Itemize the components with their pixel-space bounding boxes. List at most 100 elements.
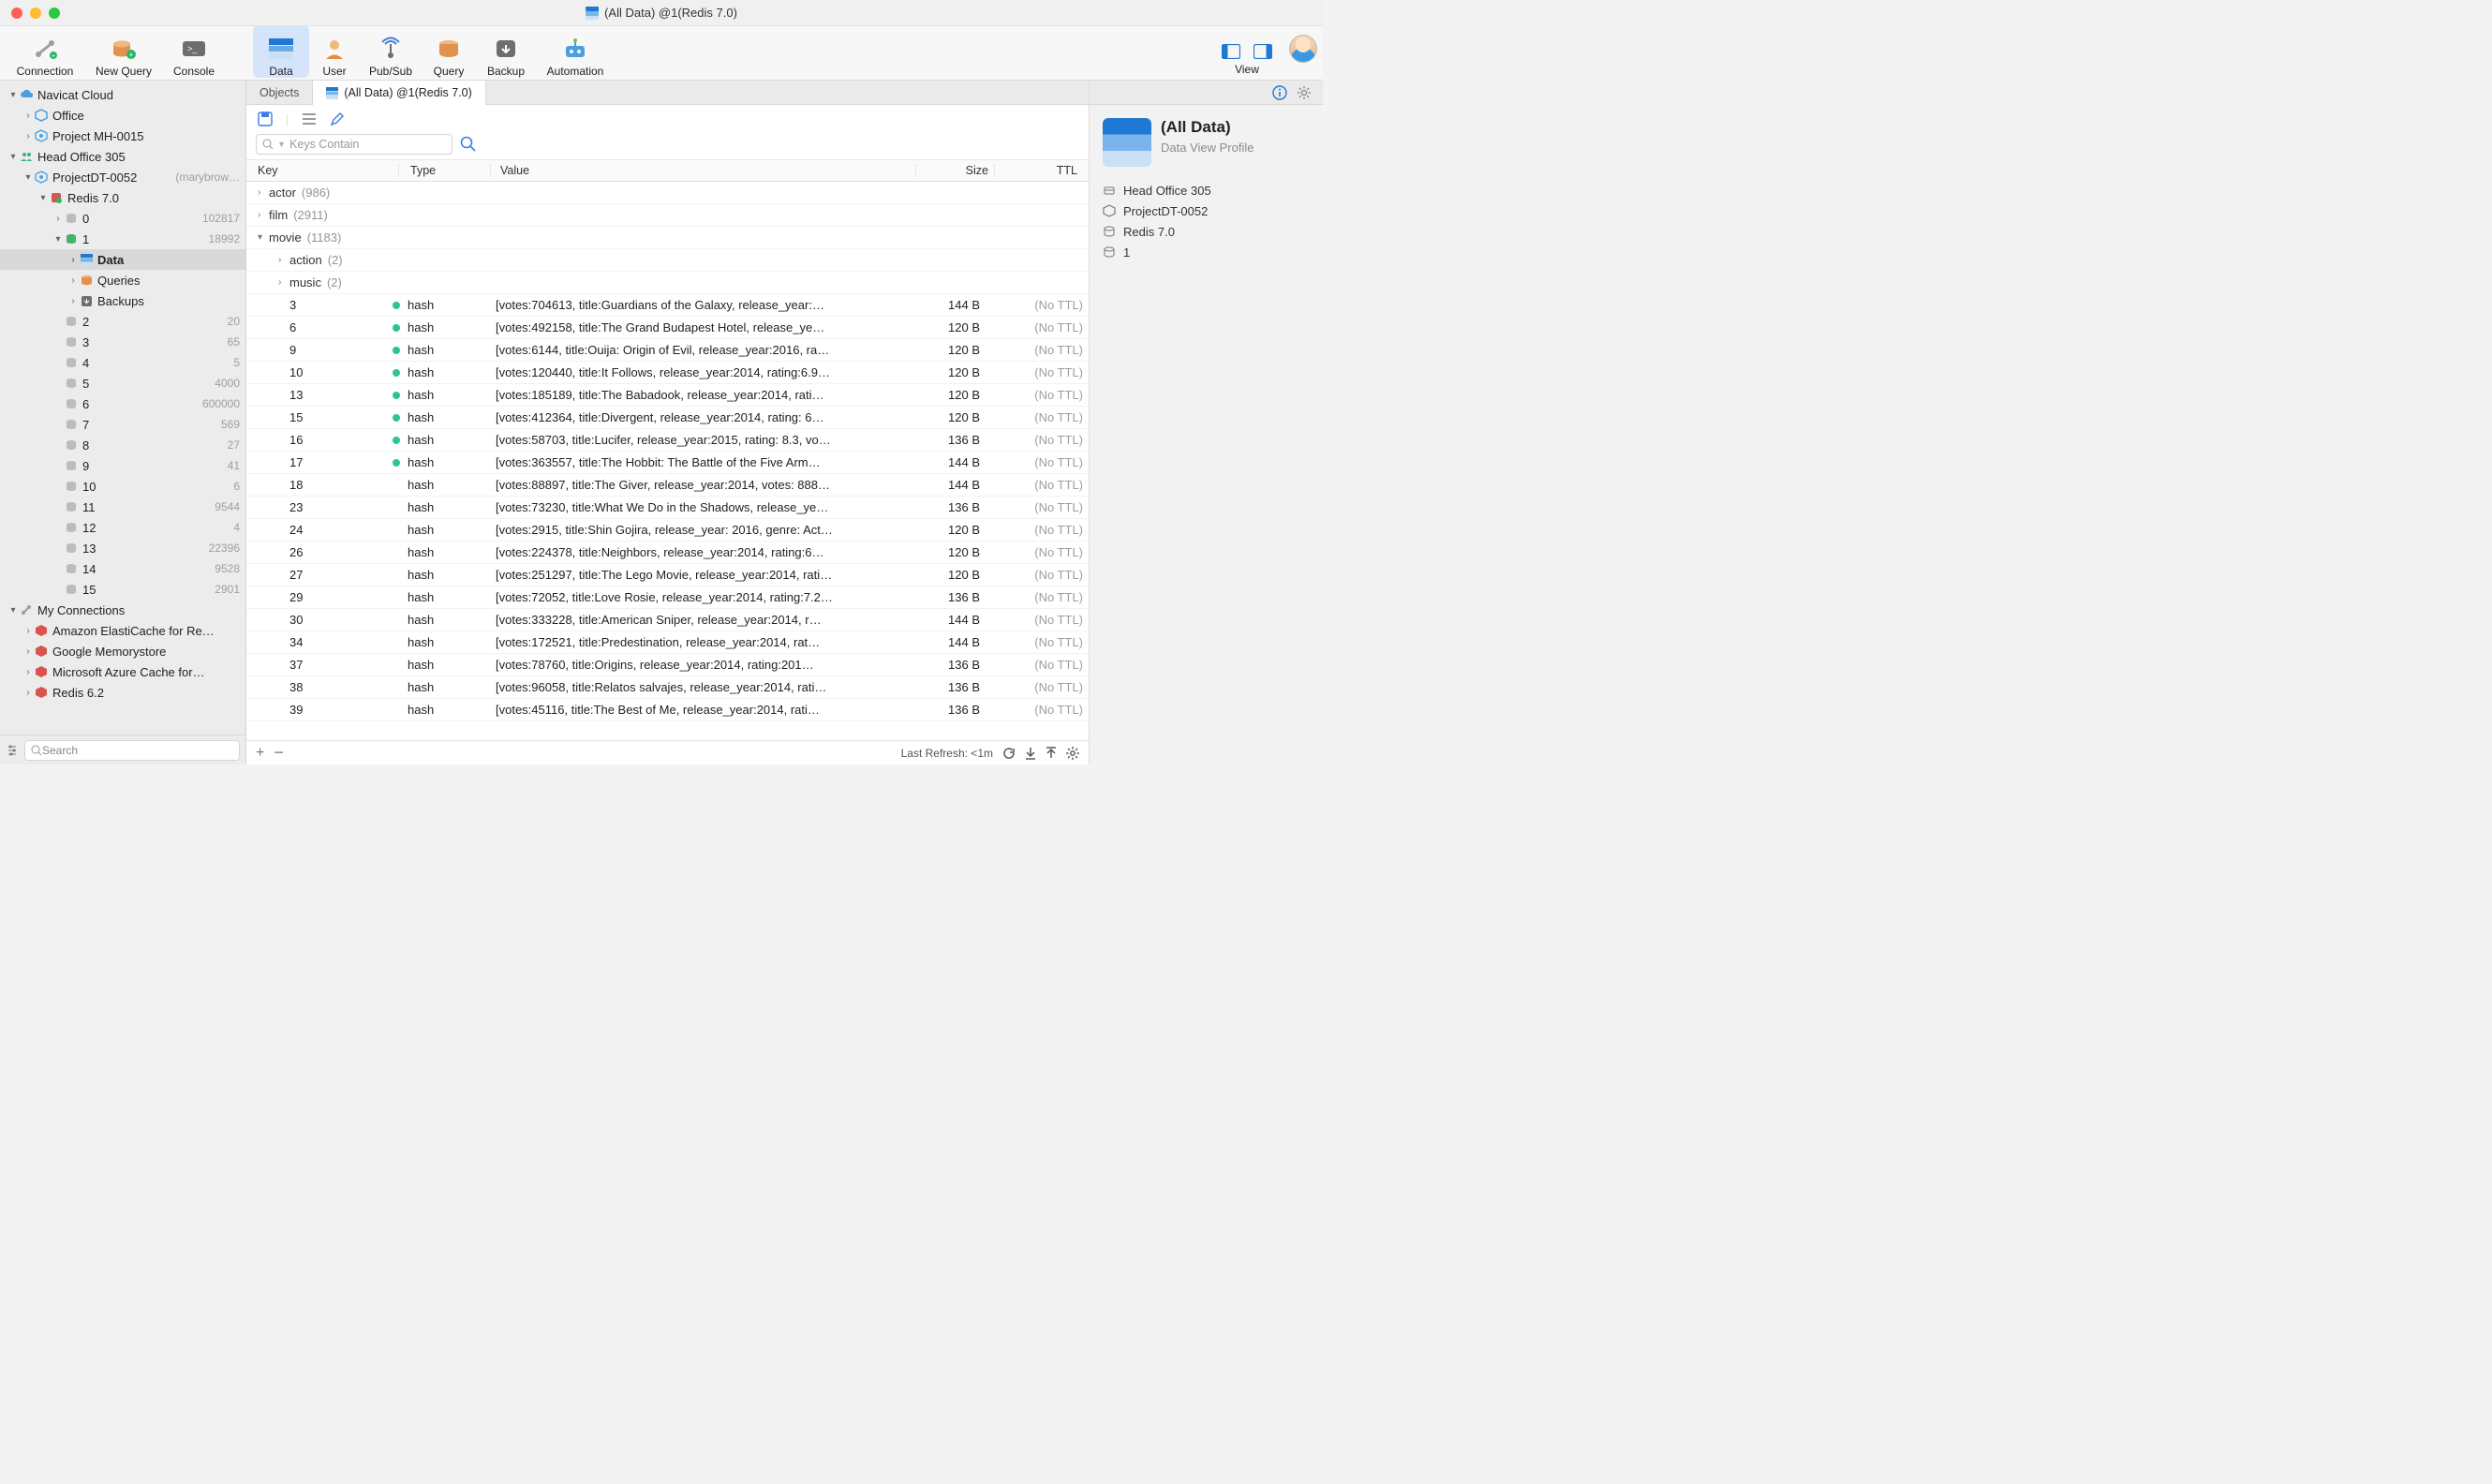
sidebar-my-connections[interactable]: ▾ My Connections xyxy=(0,600,245,620)
tab-alldata[interactable]: (All Data) @1(Redis 7.0) xyxy=(313,81,485,105)
sidebar-queries-node[interactable]: › Queries xyxy=(0,270,245,290)
toolbar-pubsub[interactable]: Pub/Sub xyxy=(360,25,422,78)
user-avatar[interactable] xyxy=(1289,35,1317,63)
sidebar-db-14[interactable]: 14 9528 xyxy=(0,558,245,579)
grid-row[interactable]: 26 hash [votes:224378, title:Neighbors, … xyxy=(246,542,1089,564)
grid-row[interactable]: 3 hash [votes:704613, title:Guardians of… xyxy=(246,294,1089,317)
sidebar-options-icon[interactable] xyxy=(6,744,19,757)
sidebar-conn-1[interactable]: › Google Memorystore xyxy=(0,641,245,661)
sidebar-project-mh[interactable]: › Project MH-0015 xyxy=(0,126,245,146)
toolbar-connection[interactable]: + Connection xyxy=(6,25,84,78)
minimize-window-button[interactable] xyxy=(30,7,41,19)
toolbar-new-query[interactable]: + New Query xyxy=(84,25,163,78)
info-icon[interactable] xyxy=(1272,85,1287,100)
toggle-right-panel-icon[interactable] xyxy=(1253,44,1272,59)
close-window-button[interactable] xyxy=(11,7,22,19)
toolbar-automation[interactable]: Automation xyxy=(536,25,615,78)
grid-row[interactable]: 30 hash [votes:333228, title:American Sn… xyxy=(246,609,1089,631)
grid-body[interactable]: › actor(986) › film(2911) ▾ movie(1183) … xyxy=(246,182,1089,740)
grid-row[interactable]: 18 hash [votes:88897, title:The Giver, r… xyxy=(246,474,1089,497)
sidebar-data-node[interactable]: › Data xyxy=(0,249,245,270)
toolbar-query[interactable]: Query xyxy=(422,25,476,78)
sidebar-head-office[interactable]: ▾ Head Office 305 xyxy=(0,146,245,167)
sidebar-db-6[interactable]: 6 600000 xyxy=(0,393,245,414)
grid-group-music[interactable]: › music(2) xyxy=(246,272,1089,294)
grid-row[interactable]: 23 hash [votes:73230, title:What We Do i… xyxy=(246,497,1089,519)
col-value[interactable]: Value xyxy=(491,164,916,177)
remove-row-icon[interactable]: − xyxy=(274,743,284,763)
grid-row[interactable]: 9 hash [votes:6144, title:Ouija: Origin … xyxy=(246,339,1089,362)
refresh-icon[interactable] xyxy=(1002,747,1016,760)
sidebar-db-7[interactable]: 7 569 xyxy=(0,414,245,435)
grid-row[interactable]: 13 hash [votes:185189, title:The Babadoo… xyxy=(246,384,1089,407)
sidebar-db-13[interactable]: 13 22396 xyxy=(0,538,245,558)
profile-path-item: Head Office 305 xyxy=(1103,180,1310,200)
sidebar-office[interactable]: › Office xyxy=(0,105,245,126)
col-type[interactable]: Type xyxy=(399,164,491,177)
sidebar-db-15[interactable]: 15 2901 xyxy=(0,579,245,600)
grid-row[interactable]: 17 hash [votes:363557, title:The Hobbit:… xyxy=(246,452,1089,474)
toolbar-backup[interactable]: Backup xyxy=(476,25,536,78)
sidebar-db-0[interactable]: › 0 102817 xyxy=(0,208,245,229)
grid-group-action[interactable]: › action(2) xyxy=(246,249,1089,272)
sidebar-db-12[interactable]: 12 4 xyxy=(0,517,245,538)
sidebar-project-dt[interactable]: ▾ ProjectDT-0052 (marybrow… xyxy=(0,167,245,187)
toolbar-data[interactable]: Data xyxy=(253,25,309,78)
sidebar-db-4[interactable]: 4 5 xyxy=(0,352,245,373)
col-ttl[interactable]: TTL xyxy=(995,164,1089,177)
info-panel: (All Data) Data View Profile Head Office… xyxy=(1089,81,1323,764)
sidebar-db-8[interactable]: 8 27 xyxy=(0,435,245,455)
window-controls xyxy=(11,7,60,19)
toolbar-console[interactable]: >_ Console xyxy=(163,25,225,78)
grid-row[interactable]: 27 hash [votes:251297, title:The Lego Mo… xyxy=(246,564,1089,586)
grid-row[interactable]: 34 hash [votes:172521, title:Predestinat… xyxy=(246,631,1089,654)
sidebar-db-11[interactable]: 11 9544 xyxy=(0,497,245,517)
toggle-left-panel-icon[interactable] xyxy=(1222,44,1240,59)
gear-icon[interactable] xyxy=(1297,85,1312,100)
list-view-icon[interactable] xyxy=(302,112,317,126)
add-row-icon[interactable]: + xyxy=(256,745,264,762)
sidebar-redis70[interactable]: ▾ Redis 7.0 xyxy=(0,187,245,208)
profile-path-item: 1 xyxy=(1103,242,1310,262)
download-icon[interactable] xyxy=(1025,747,1036,760)
edit-icon[interactable] xyxy=(330,111,345,126)
grid-group-actor[interactable]: › actor(986) xyxy=(246,182,1089,204)
grid-group-movie[interactable]: ▾ movie(1183) xyxy=(246,227,1089,249)
grid-row[interactable]: 37 hash [votes:78760, title:Origins, rel… xyxy=(246,654,1089,676)
grid-row[interactable]: 10 hash [votes:120440, title:It Follows,… xyxy=(246,362,1089,384)
keys-filter-input[interactable]: ▾ Keys Contain xyxy=(256,134,452,155)
sidebar-conn-0[interactable]: › Amazon ElastiCache for Re… xyxy=(0,620,245,641)
last-refresh-label: Last Refresh: <1m xyxy=(901,747,993,760)
grid-row[interactable]: 39 hash [votes:45116, title:The Best of … xyxy=(246,699,1089,721)
grid-row[interactable]: 16 hash [votes:58703, title:Lucifer, rel… xyxy=(246,429,1089,452)
save-icon[interactable] xyxy=(258,111,273,126)
sidebar-backups-node[interactable]: › Backups xyxy=(0,290,245,311)
sidebar-db-1[interactable]: ▾ 1 18992 xyxy=(0,229,245,249)
execute-search-icon[interactable] xyxy=(460,136,477,153)
grid-row[interactable]: 38 hash [votes:96058, title:Relatos salv… xyxy=(246,676,1089,699)
grid-group-film[interactable]: › film(2911) xyxy=(246,204,1089,227)
col-key[interactable]: Key xyxy=(246,164,399,177)
sidebar-db-2[interactable]: 2 20 xyxy=(0,311,245,332)
grid-row[interactable]: 6 hash [votes:492158, title:The Grand Bu… xyxy=(246,317,1089,339)
sidebar-db-9[interactable]: 9 41 xyxy=(0,455,245,476)
zoom-window-button[interactable] xyxy=(49,7,60,19)
filter-search-icon xyxy=(262,139,274,150)
profile-path-item: Redis 7.0 xyxy=(1103,221,1310,242)
tab-objects[interactable]: Objects xyxy=(246,81,313,105)
grid-row[interactable]: 24 hash [votes:2915, title:Shin Gojira, … xyxy=(246,519,1089,542)
toolbar-user[interactable]: User xyxy=(309,25,360,78)
sidebar-conn-3[interactable]: › Redis 6.2 xyxy=(0,682,245,703)
sidebar-navicat-cloud[interactable]: ▾ Navicat Cloud xyxy=(0,84,245,105)
sidebar-search-input[interactable]: Search xyxy=(24,740,240,761)
sidebar-db-5[interactable]: 5 4000 xyxy=(0,373,245,393)
upload-icon[interactable] xyxy=(1046,747,1057,760)
sidebar-db-10[interactable]: 10 6 xyxy=(0,476,245,497)
sidebar-conn-2[interactable]: › Microsoft Azure Cache for… xyxy=(0,661,245,682)
sidebar-db-3[interactable]: 3 65 xyxy=(0,332,245,352)
settings-icon[interactable] xyxy=(1066,747,1079,760)
grid-row[interactable]: 15 hash [votes:412364, title:Divergent, … xyxy=(246,407,1089,429)
col-size[interactable]: Size xyxy=(916,164,995,177)
grid-row[interactable]: 29 hash [votes:72052, title:Love Rosie, … xyxy=(246,586,1089,609)
center-panel: Objects (All Data) @1(Redis 7.0) | ▾ Key… xyxy=(246,81,1089,764)
